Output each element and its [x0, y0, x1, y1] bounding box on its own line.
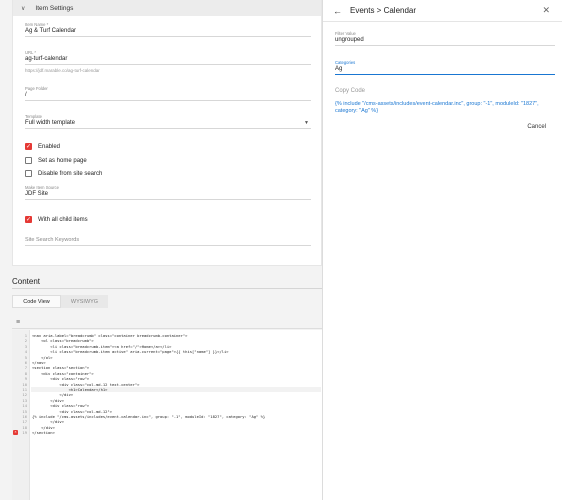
code-line[interactable]: </section> [32, 430, 55, 435]
item-settings-title: Item Settings [35, 4, 74, 12]
line-number-gutter: 1 2 3 4 5 6 7 8 9 10 11 12 13 14 15 16 17 18 19 × [12, 330, 30, 500]
item-name-field[interactable]: Item Name * Ag & Turf Calendar [25, 22, 311, 37]
make-source-field[interactable]: Make Item Source JDF Site [25, 185, 311, 200]
code-line[interactable]: {% include "/cms-assets/includes/event-c… [32, 414, 265, 419]
item-settings-card: ∨ Item Settings Item Name * Ag & Turf Ca… [12, 0, 322, 266]
cancel-button[interactable]: Cancel [527, 124, 546, 130]
view-tabs: Code View WYSIWYG [12, 295, 108, 308]
include-snippet[interactable]: {% include "/cms-assets/includes/event-c… [335, 101, 549, 115]
checkbox-icon [25, 170, 32, 177]
copy-code-label: Copy Code [335, 88, 366, 94]
template-field[interactable]: Template Full width template ▼ [25, 114, 311, 129]
divider [12, 288, 322, 289]
close-icon[interactable]: ✕ [542, 5, 550, 16]
item-settings-header[interactable]: ∨ Item Settings [13, 0, 321, 16]
content-title: Content [12, 277, 41, 286]
page-folder-field[interactable]: Page Folder / [25, 86, 311, 101]
lines-icon[interactable]: ≡ [16, 319, 20, 326]
error-icon[interactable]: × [13, 430, 18, 436]
categories-field[interactable]: Categories Ag [335, 60, 555, 75]
site-search-keywords-input[interactable]: Site Search Keywords [25, 236, 311, 246]
child-items-label: With all child items [38, 216, 88, 223]
filter-value-input[interactable]: ungrouped [335, 36, 555, 46]
disable-search-checkbox[interactable]: Disable from site search [25, 170, 102, 177]
url-field[interactable]: URL * ag-turf-calendar https://jdf.marab… [25, 50, 311, 73]
panel-title: Events > Calendar [350, 6, 417, 15]
divider [12, 328, 322, 329]
item-name-input[interactable]: Ag & Turf Calendar [25, 27, 311, 37]
select-arrow-icon: ▼ [304, 120, 309, 126]
chevron-down-icon: ∨ [21, 5, 26, 12]
tab-wysiwyg[interactable]: WYSIWYG [61, 295, 108, 308]
disable-search-label: Disable from site search [38, 170, 103, 177]
back-arrow-icon[interactable]: ← [333, 6, 342, 16]
checkbox-checked-icon: ✓ [25, 143, 32, 150]
code-editor[interactable]: 1 2 3 4 5 6 7 8 9 10 11 12 13 14 15 16 17 18 19 × <nav aria… [12, 330, 322, 500]
enabled-checkbox[interactable]: ✓ Enabled [25, 143, 60, 150]
panel-header: ← Events > Calendar [323, 0, 562, 22]
enabled-label: Enabled [38, 143, 61, 150]
categories-input[interactable]: Ag [335, 65, 555, 75]
filter-value-field[interactable]: Filter Value ungrouped [335, 31, 555, 46]
page-folder-input[interactable]: / [25, 91, 311, 101]
child-items-checkbox[interactable]: ✓ With all child items [25, 216, 88, 223]
url-input[interactable]: ag-turf-calendar [25, 55, 311, 65]
checkbox-checked-icon: ✓ [25, 216, 32, 223]
make-source-input[interactable]: JDF Site [25, 190, 311, 200]
tab-code-view[interactable]: Code View [12, 295, 61, 308]
home-page-label: Set as home page [38, 157, 87, 164]
checkbox-icon [25, 157, 32, 164]
url-hint: https://jdf.marable.co/ag-turf-calendar [25, 68, 100, 73]
main-area: ∨ Item Settings Item Name * Ag & Turf Ca… [0, 0, 322, 500]
events-calendar-panel: ← Events > Calendar ✕ Filter Value ungro… [322, 0, 562, 500]
code-line[interactable]: <li class="breadcrumb-item active" aria-… [32, 349, 228, 354]
code-line[interactable]: <h1>Calendar</h1> [31, 387, 321, 393]
template-select[interactable]: Full width template [25, 119, 311, 129]
home-page-checkbox[interactable]: Set as home page [25, 157, 87, 164]
